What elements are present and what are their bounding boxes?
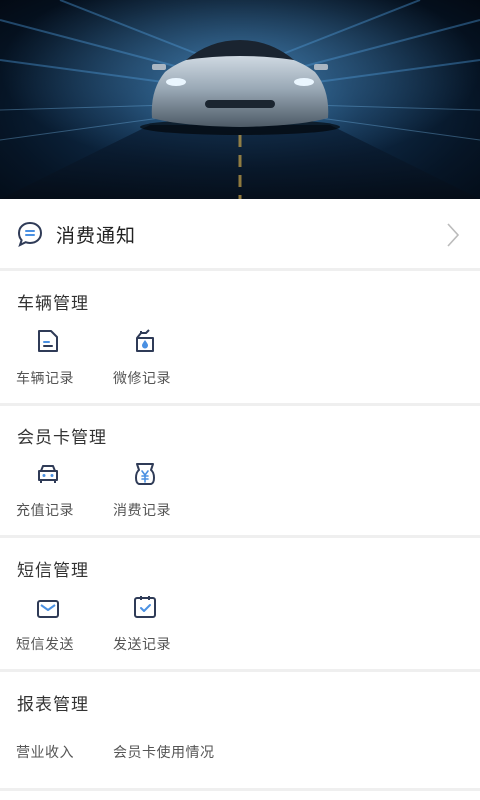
envelope-icon xyxy=(37,600,59,618)
vehicle-records-label: 车辆记录 xyxy=(16,371,74,387)
banner-image xyxy=(0,0,480,199)
chevron-right-icon xyxy=(447,223,460,247)
divider xyxy=(0,788,480,791)
document-icon xyxy=(38,330,58,352)
section-title: 报表管理 xyxy=(17,695,89,715)
chat-bubble-icon xyxy=(17,221,43,247)
yen-bag-icon xyxy=(135,463,155,485)
oil-can-icon xyxy=(136,329,154,352)
sms-management-section: 短信管理 短信发送 发送记录 xyxy=(0,538,480,669)
consumption-records-label: 消费记录 xyxy=(113,503,171,519)
section-title: 短信管理 xyxy=(17,561,89,581)
report-management-section: 报表管理 营业收入 会员卡使用情况 xyxy=(0,672,480,800)
calendar-check-icon xyxy=(134,596,156,618)
section-title: 车辆管理 xyxy=(17,294,89,314)
send-records-label: 发送记录 xyxy=(113,637,171,653)
consumption-notice-row[interactable]: 消费通知 xyxy=(0,200,480,268)
member-card-management-section: 会员卡管理 充值记录 消费记录 xyxy=(0,406,480,535)
recharge-records-label: 充值记录 xyxy=(16,503,74,519)
vehicle-management-section: 车辆管理 车辆记录 微修记录 xyxy=(0,271,480,403)
member-card-usage-link[interactable]: 会员卡使用情况 xyxy=(113,742,215,762)
send-sms-label: 短信发送 xyxy=(16,637,74,653)
business-revenue-link[interactable]: 营业收入 xyxy=(16,742,74,762)
minor-repair-records-label: 微修记录 xyxy=(113,371,171,387)
section-title: 会员卡管理 xyxy=(17,428,107,448)
notice-label: 消费通知 xyxy=(56,224,137,247)
car-front-icon xyxy=(38,465,58,483)
